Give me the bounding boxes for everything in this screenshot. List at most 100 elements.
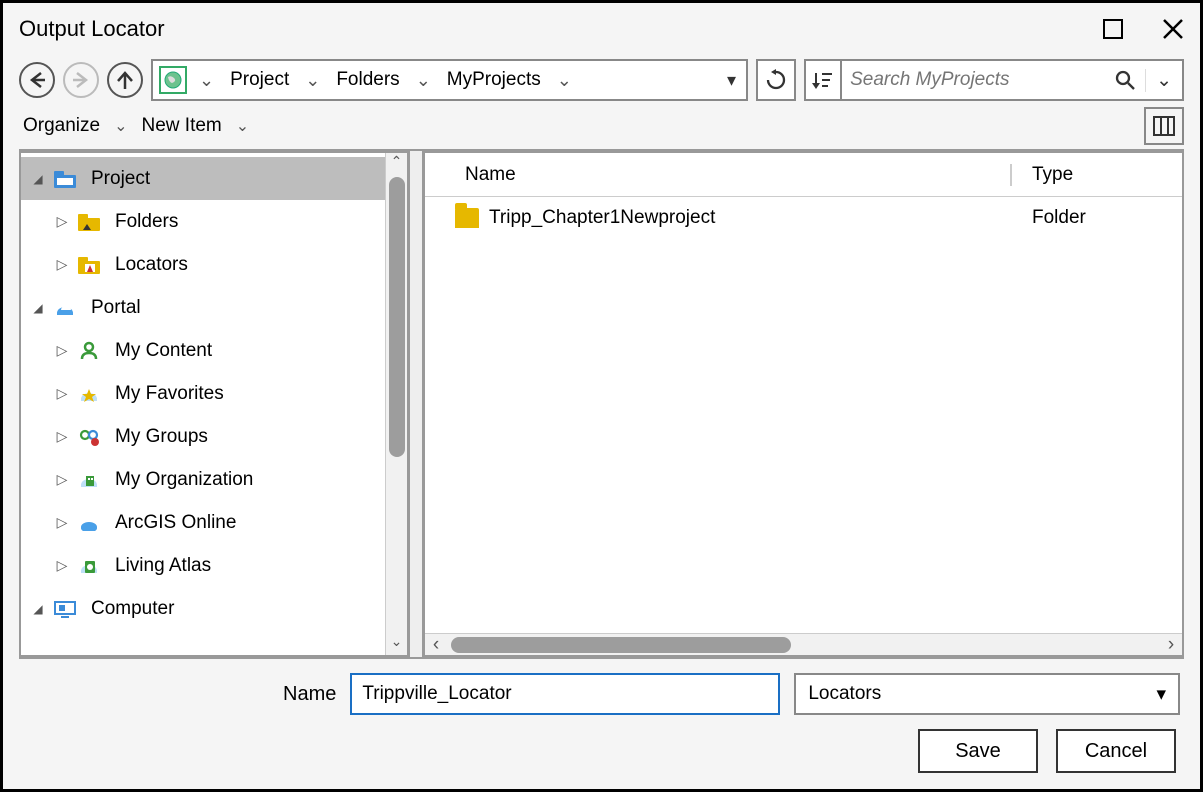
collapse-icon[interactable]: ◢ [29,301,47,315]
myorg-icon [77,469,103,491]
view-mode-button[interactable] [1144,107,1184,145]
search-bar: ⌄ [804,59,1184,101]
dialog-window: Output Locator ⌄ Project ⌄ Folder [0,0,1203,792]
save-button[interactable]: Save [918,729,1038,773]
chevron-down-icon[interactable]: ⌄ [553,70,576,91]
tree-item-label: My Groups [109,426,208,448]
name-input[interactable] [350,673,780,715]
expand-icon[interactable]: ▷ [53,256,71,273]
tree-item-living-atlas[interactable]: ▷Living Atlas [21,544,407,587]
window-title: Output Locator [19,16,165,42]
tree-item-label: My Organization [109,469,253,491]
tree-item-label: ArcGIS Online [109,512,236,534]
scroll-thumb[interactable] [389,177,405,457]
type-select[interactable]: Locators ▾ [794,673,1180,715]
portal-icon [53,297,79,319]
maximize-icon[interactable] [1102,18,1124,40]
row-name: Tripp_Chapter1Newproject [489,207,715,229]
tree-item-label: Locators [109,254,188,276]
chevron-down-icon: ▾ [1156,683,1166,706]
folders-icon [77,212,103,232]
tree-item-arcgis-online[interactable]: ▷ ArcGIS Online [21,501,407,544]
tree-item-locators[interactable]: ▷ Locators [21,243,407,286]
footer: Name Locators ▾ Save Cancel [3,659,1200,789]
collapse-icon[interactable]: ◢ [29,172,47,186]
name-row: Name Locators ▾ [23,673,1180,715]
myfavorites-icon [77,383,103,405]
cancel-button[interactable]: Cancel [1056,729,1176,773]
tree-item-my-favorites[interactable]: ▷ My Favorites [21,372,407,415]
tree-item-my-content[interactable]: ▷ My Content [21,329,407,372]
tree-item-label: Folders [109,211,178,233]
scroll-thumb[interactable] [451,637,791,653]
list-hscrollbar[interactable]: ‹ › [425,633,1182,655]
folder-icon [455,208,479,228]
list-row[interactable]: Tripp_Chapter1Newproject Folder [425,197,1182,239]
tree-panel: ◢ Project ▷ Folders ▷ Locators ◢ Portal ▷ My Cont… [19,151,409,657]
breadcrumb-item-myprojects[interactable]: MyProjects [441,69,547,91]
expand-icon[interactable]: ▷ [53,514,71,531]
column-header-name[interactable]: Name [425,164,1012,186]
search-icon[interactable] [1105,70,1145,90]
scroll-down-icon[interactable]: ⌄ [386,633,407,655]
sort-button[interactable] [806,59,842,101]
expand-icon[interactable]: ▷ [53,428,71,445]
scroll-right-icon[interactable]: › [1160,634,1182,656]
locators-icon [77,255,103,275]
window-controls [1102,18,1184,40]
expand-icon[interactable]: ▷ [53,385,71,402]
scroll-left-icon[interactable]: ‹ [425,634,447,656]
tree-scrollbar[interactable]: ⌃ ⌄ [385,153,407,655]
close-icon[interactable] [1162,18,1184,40]
back-button[interactable] [19,62,55,98]
chevron-down-icon[interactable]: ⌄ [232,116,253,136]
tree-item-project[interactable]: ◢ Project [21,157,407,200]
name-label: Name [283,683,336,706]
forward-button[interactable] [63,62,99,98]
organize-menu[interactable]: Organize [19,113,104,139]
type-select-value: Locators [808,683,881,705]
atlas-icon [77,555,103,577]
world-icon[interactable] [159,66,187,94]
up-button[interactable] [107,62,143,98]
titlebar: Output Locator [3,3,1200,53]
tree-item-label: Project [85,168,150,190]
navbar: ⌄ Project ⌄ Folders ⌄ MyProjects ⌄ ▾ ⌄ [3,53,1200,107]
tree-item-label: My Content [109,340,212,362]
tree-item-label: My Favorites [109,383,224,405]
breadcrumb-item-project[interactable]: Project [224,69,295,91]
row-type: Folder [1012,207,1182,229]
tree-item-portal[interactable]: ◢ Portal [21,286,407,329]
refresh-button[interactable] [756,59,796,101]
search-dropdown-icon[interactable]: ⌄ [1145,69,1182,92]
tree-item-label: Portal [85,297,141,319]
main-area: ◢ Project ▷ Folders ▷ Locators ◢ Portal ▷ My Cont… [19,149,1184,659]
collapse-icon[interactable]: ◢ [29,602,47,616]
chevron-down-icon[interactable]: ⌄ [110,116,131,136]
expand-icon[interactable]: ▷ [53,557,71,574]
mycontent-icon [77,339,103,363]
tree-item-folders[interactable]: ▷ Folders [21,200,407,243]
new-item-menu[interactable]: New Item [138,113,226,139]
expand-icon[interactable]: ▷ [53,471,71,488]
tree-item-computer[interactable]: ◢ Computer [21,587,407,630]
breadcrumb-dropdown-icon[interactable]: ▾ [727,70,740,91]
cell-name: Tripp_Chapter1Newproject [425,207,1012,229]
project-icon [53,169,79,189]
chevron-down-icon[interactable]: ⌄ [301,70,324,91]
tree-item-label: Computer [85,598,174,620]
breadcrumb-root-chevron-icon[interactable]: ⌄ [195,70,218,91]
toolbar: Organize ⌄ New Item ⌄ [3,107,1200,149]
splitter[interactable] [409,151,423,657]
column-header-type[interactable]: Type [1012,164,1182,186]
breadcrumb[interactable]: ⌄ Project ⌄ Folders ⌄ MyProjects ⌄ ▾ [151,59,748,101]
tree-item-my-groups[interactable]: ▷ My Groups [21,415,407,458]
breadcrumb-item-folders[interactable]: Folders [330,69,405,91]
scroll-up-icon[interactable]: ⌃ [386,153,407,175]
tree-item-my-organization[interactable]: ▷ My Organization [21,458,407,501]
expand-icon[interactable]: ▷ [53,213,71,230]
expand-icon[interactable]: ▷ [53,342,71,359]
search-input[interactable] [842,69,1105,91]
computer-icon [53,598,79,620]
chevron-down-icon[interactable]: ⌄ [412,70,435,91]
